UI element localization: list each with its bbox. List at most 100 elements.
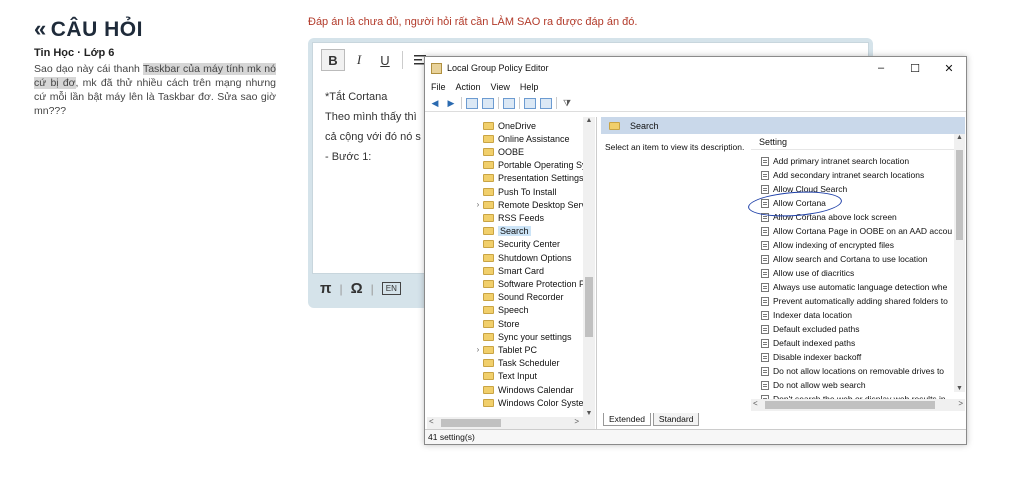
tree-item[interactable]: Search [473, 225, 531, 238]
filter-icon[interactable]: ⧩ [561, 98, 573, 109]
tree-item[interactable]: Store [473, 317, 520, 330]
tree-item-label: Portable Operating Sy [498, 160, 587, 171]
tree-item[interactable]: Security Center [473, 238, 560, 251]
setting-row[interactable]: Allow Cortana Page in OOBE on an AAD acc… [761, 224, 952, 238]
tree-item[interactable]: OOBE [473, 145, 524, 158]
expand-chevron-icon[interactable]: › [473, 200, 483, 209]
setting-row[interactable]: Do not allow locations on removable driv… [761, 364, 944, 378]
folder-icon [483, 293, 494, 302]
setting-row[interactable]: Prevent automatically adding shared fold… [761, 294, 948, 308]
maximize-button[interactable]: ☐ [898, 62, 932, 75]
menu-help[interactable]: Help [520, 82, 539, 92]
menu-view[interactable]: View [491, 82, 510, 92]
description-text: Select an item to view its description. [605, 142, 745, 152]
scroll-right-icon[interactable]: > [574, 417, 579, 426]
tree-vertical-scrollbar[interactable]: ▲ ▼ [583, 117, 595, 417]
scroll-thumb[interactable] [765, 401, 935, 409]
divider: | [370, 281, 374, 296]
settings-vertical-scrollbar[interactable]: ▲ ▼ [954, 134, 965, 392]
setting-row[interactable]: Add primary intranet search location [761, 154, 909, 168]
tree-item[interactable]: Portable Operating Sy [473, 159, 587, 172]
folder-icon [483, 306, 494, 315]
tree-item[interactable]: › Remote Desktop Serv [473, 198, 586, 211]
setting-label: Always use automatic language detection … [773, 282, 948, 292]
scroll-thumb[interactable] [956, 150, 963, 240]
scroll-down-icon[interactable]: ▼ [583, 410, 595, 417]
scroll-thumb[interactable] [441, 419, 501, 427]
back-chevron-icon[interactable]: « [34, 16, 47, 41]
tree-item[interactable]: Online Assistance [473, 132, 570, 145]
setting-row[interactable]: Allow search and Cortana to use location [761, 252, 928, 266]
tree-item[interactable]: Presentation Settings [473, 172, 584, 185]
setting-row[interactable]: Default excluded paths [761, 322, 859, 336]
pane-header-title: Search [630, 120, 659, 131]
omega-icon[interactable]: Ω [351, 280, 363, 297]
expand-chevron-icon[interactable]: › [473, 345, 483, 354]
tree-horizontal-scrollbar[interactable]: < > [427, 417, 595, 429]
tab-standard[interactable]: Standard [652, 413, 700, 426]
scroll-right-icon[interactable]: > [958, 399, 963, 408]
scroll-thumb[interactable] [585, 277, 593, 337]
close-button[interactable]: ✕ [932, 62, 966, 75]
up-folder-icon[interactable] [466, 97, 478, 109]
export-list-icon[interactable] [503, 97, 515, 109]
setting-row[interactable]: Add secondary intranet search locations [761, 168, 924, 182]
tree-item[interactable]: OneDrive [473, 119, 536, 132]
tree-item-label: RSS Feeds [498, 212, 545, 223]
tree-item-label: Tablet PC [498, 344, 538, 355]
tree-item[interactable]: Windows Calendar [473, 383, 574, 396]
policy-setting-icon [761, 254, 769, 264]
setting-label: Allow use of diacritics [773, 268, 855, 278]
folder-icon [483, 266, 494, 275]
menu-file[interactable]: File [431, 82, 446, 92]
tree-item[interactable]: Speech [473, 304, 529, 317]
scroll-up-icon[interactable]: ▲ [954, 134, 965, 141]
pi-icon[interactable]: π [320, 280, 331, 297]
folder-icon [483, 345, 494, 354]
tree-item[interactable]: Text Input [473, 370, 537, 383]
scroll-down-icon[interactable]: ▼ [954, 385, 965, 392]
properties-icon[interactable] [540, 97, 552, 109]
tree-item[interactable]: Sound Recorder [473, 291, 564, 304]
italic-button[interactable]: I [347, 49, 371, 71]
setting-row[interactable]: Indexer data location [761, 308, 852, 322]
window-titlebar[interactable]: Local Group Policy Editor – ☐ ✕ [425, 57, 966, 79]
minimize-button[interactable]: – [864, 62, 898, 74]
scroll-up-icon[interactable]: ▲ [583, 117, 595, 124]
tree-item[interactable]: RSS Feeds [473, 211, 544, 224]
forward-arrow-icon[interactable]: ▶ [445, 98, 457, 109]
folder-icon [483, 253, 494, 262]
menu-action[interactable]: Action [456, 82, 481, 92]
divider [519, 97, 520, 109]
tree-item-label: Shutdown Options [498, 252, 572, 263]
settings-horizontal-scrollbar[interactable]: < > [751, 399, 965, 411]
setting-row[interactable]: Allow indexing of encrypted files [761, 238, 894, 252]
show-hide-tree-icon[interactable] [482, 97, 494, 109]
back-arrow-icon[interactable]: ◀ [429, 98, 441, 109]
tab-extended[interactable]: Extended [603, 413, 651, 426]
scroll-left-icon[interactable]: < [429, 417, 434, 426]
tree-item-label: Windows Color Syste [498, 397, 584, 408]
tree-item[interactable]: Push To Install [473, 185, 556, 198]
setting-row[interactable]: Do not allow web search [761, 378, 866, 392]
keyboard-icon[interactable]: EN [381, 282, 401, 295]
setting-row[interactable]: Allow use of diacritics [761, 266, 854, 280]
tree-item[interactable]: Software Protection P [473, 277, 585, 290]
scroll-left-icon[interactable]: < [753, 399, 758, 408]
tree-item[interactable]: › Tablet PC [473, 343, 537, 356]
tree-item[interactable]: Shutdown Options [473, 251, 572, 264]
tree-item[interactable]: Task Scheduler [473, 357, 560, 370]
help-icon[interactable] [524, 97, 536, 109]
setting-row[interactable]: Always use automatic language detection … [761, 280, 947, 294]
underline-button[interactable]: U [373, 49, 397, 71]
bold-button[interactable]: B [321, 49, 345, 71]
setting-row[interactable]: Default indexed paths [761, 336, 855, 350]
setting-row[interactable]: Disable indexer backoff [761, 350, 861, 364]
tree-item[interactable]: Windows Color Syste [473, 396, 584, 409]
editor-toolbar: B I U [321, 49, 432, 71]
tree-item[interactable]: Smart Card [473, 264, 544, 277]
tree-item-label: Speech [498, 305, 529, 316]
column-header-setting[interactable]: Setting [751, 134, 965, 150]
policy-setting-icon [761, 226, 769, 236]
tree-item[interactable]: Sync your settings [473, 330, 572, 343]
